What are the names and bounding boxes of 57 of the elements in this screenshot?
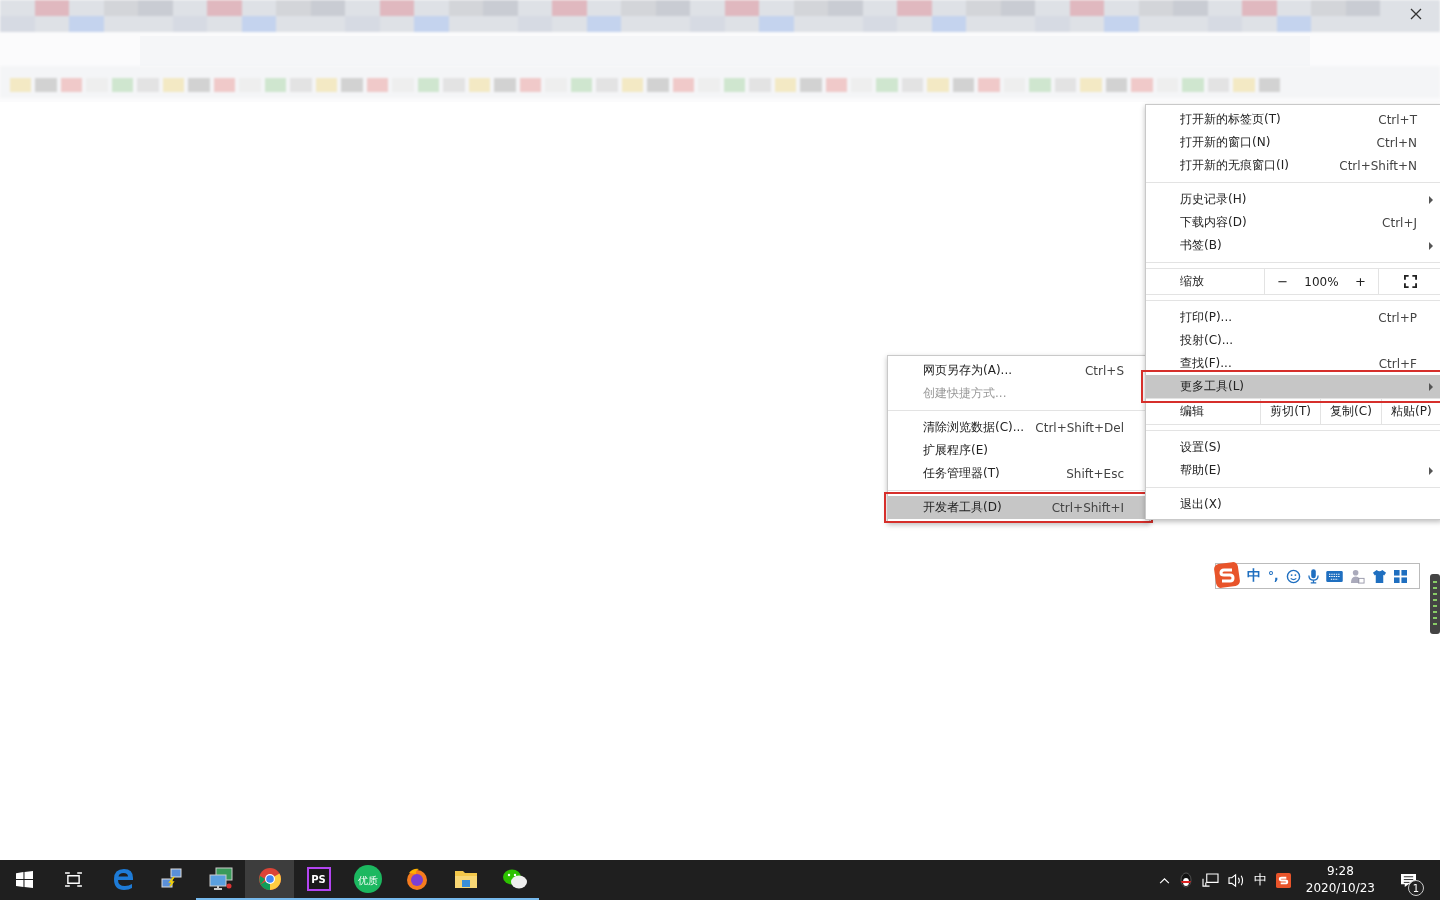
- input-method-indicator[interactable]: 中: [1253, 871, 1267, 889]
- menu-item[interactable]: 书签(B): [1146, 234, 1440, 257]
- menu-item[interactable]: 查找(F)... Ctrl+F: [1146, 352, 1440, 375]
- menu-item[interactable]: 网页另存为(A)... Ctrl+S: [888, 359, 1149, 382]
- shirt-icon[interactable]: [1371, 568, 1387, 584]
- menu-item[interactable]: 扩展程序(E): [888, 439, 1149, 462]
- audio-meter-icon: [1430, 574, 1440, 634]
- menu-item[interactable]: 打开新的窗口(N) Ctrl+N: [1146, 131, 1440, 154]
- fullscreen-icon[interactable]: [1403, 275, 1417, 288]
- penguin-icon[interactable]: [1178, 872, 1193, 888]
- menu-item[interactable]: 下载内容(D) Ctrl+J: [1146, 211, 1440, 234]
- edit-button[interactable]: 复制(C): [1320, 399, 1381, 424]
- network-icon[interactable]: [1201, 872, 1219, 888]
- clock[interactable]: 9:28 2020/10/23: [1299, 863, 1381, 897]
- remote-desktop-icon: [207, 867, 234, 891]
- chrome-browser-icon: [257, 867, 282, 891]
- speaker-icon[interactable]: [1227, 872, 1245, 888]
- menu-item[interactable]: 任务管理器(T) Shift+Esc: [888, 462, 1149, 485]
- menu-item[interactable]: 退出(X): [1146, 493, 1440, 516]
- punctuation-toggle[interactable]: °,: [1268, 569, 1279, 583]
- chat-bubbles-icon: [501, 867, 528, 891]
- input-mode-toggle[interactable]: 中: [1247, 567, 1261, 585]
- menu-item[interactable]: 打开新的无痕窗口(I) Ctrl+Shift+N: [1146, 154, 1440, 177]
- menu-item[interactable]: 历史记录(H): [1146, 188, 1440, 211]
- chrome-taskbar-button[interactable]: [245, 860, 294, 900]
- grid-icon[interactable]: [1393, 569, 1407, 583]
- app-logo: 优质: [353, 865, 382, 893]
- zoom-label: 缩放: [1146, 269, 1265, 294]
- sogou-logo-icon[interactable]: [1275, 872, 1291, 888]
- edit-label: 编辑: [1179, 403, 1205, 420]
- notification-count: 1: [1408, 880, 1424, 896]
- zoom-level: 100%: [1304, 274, 1339, 289]
- zoom-out-button[interactable]: −: [1269, 274, 1297, 289]
- windows-logo-icon: [16, 870, 33, 888]
- folder-icon: [453, 868, 478, 890]
- firefox-browser-icon: [404, 867, 429, 891]
- zoom-in-button[interactable]: +: [1346, 274, 1374, 289]
- menu-item[interactable]: 清除浏览数据(C)... Ctrl+Shift+Del: [888, 416, 1149, 439]
- emoji-icon[interactable]: [1285, 568, 1301, 584]
- menu-item[interactable]: 投射(C)...: [1146, 329, 1440, 352]
- app-logo: PS: [306, 867, 331, 891]
- network-computers-icon: [159, 867, 184, 891]
- chevron-up-icon[interactable]: [1158, 876, 1170, 884]
- keyboard-icon[interactable]: [1325, 570, 1343, 582]
- notification-center-button[interactable]: 1: [1390, 860, 1426, 900]
- close-icon[interactable]: [1410, 8, 1422, 20]
- edit-button[interactable]: 粘贴(P): [1380, 399, 1440, 424]
- menu-item[interactable]: 帮助(E): [1146, 459, 1440, 482]
- edit-button[interactable]: 剪切(T): [1260, 399, 1321, 424]
- menu-item[interactable]: 设置(S): [1146, 436, 1440, 459]
- phpstorm-taskbar-button[interactable]: PS: [294, 860, 343, 900]
- time: 9:28: [1326, 863, 1354, 880]
- task-view-icon: [65, 871, 82, 887]
- menu-item[interactable]: 打开新的标签页(T) Ctrl+T: [1146, 108, 1440, 131]
- date: 2020/10/23: [1305, 880, 1375, 897]
- menu-item[interactable]: 打印(P)... Ctrl+P: [1146, 306, 1440, 329]
- microphone-icon[interactable]: [1307, 568, 1319, 584]
